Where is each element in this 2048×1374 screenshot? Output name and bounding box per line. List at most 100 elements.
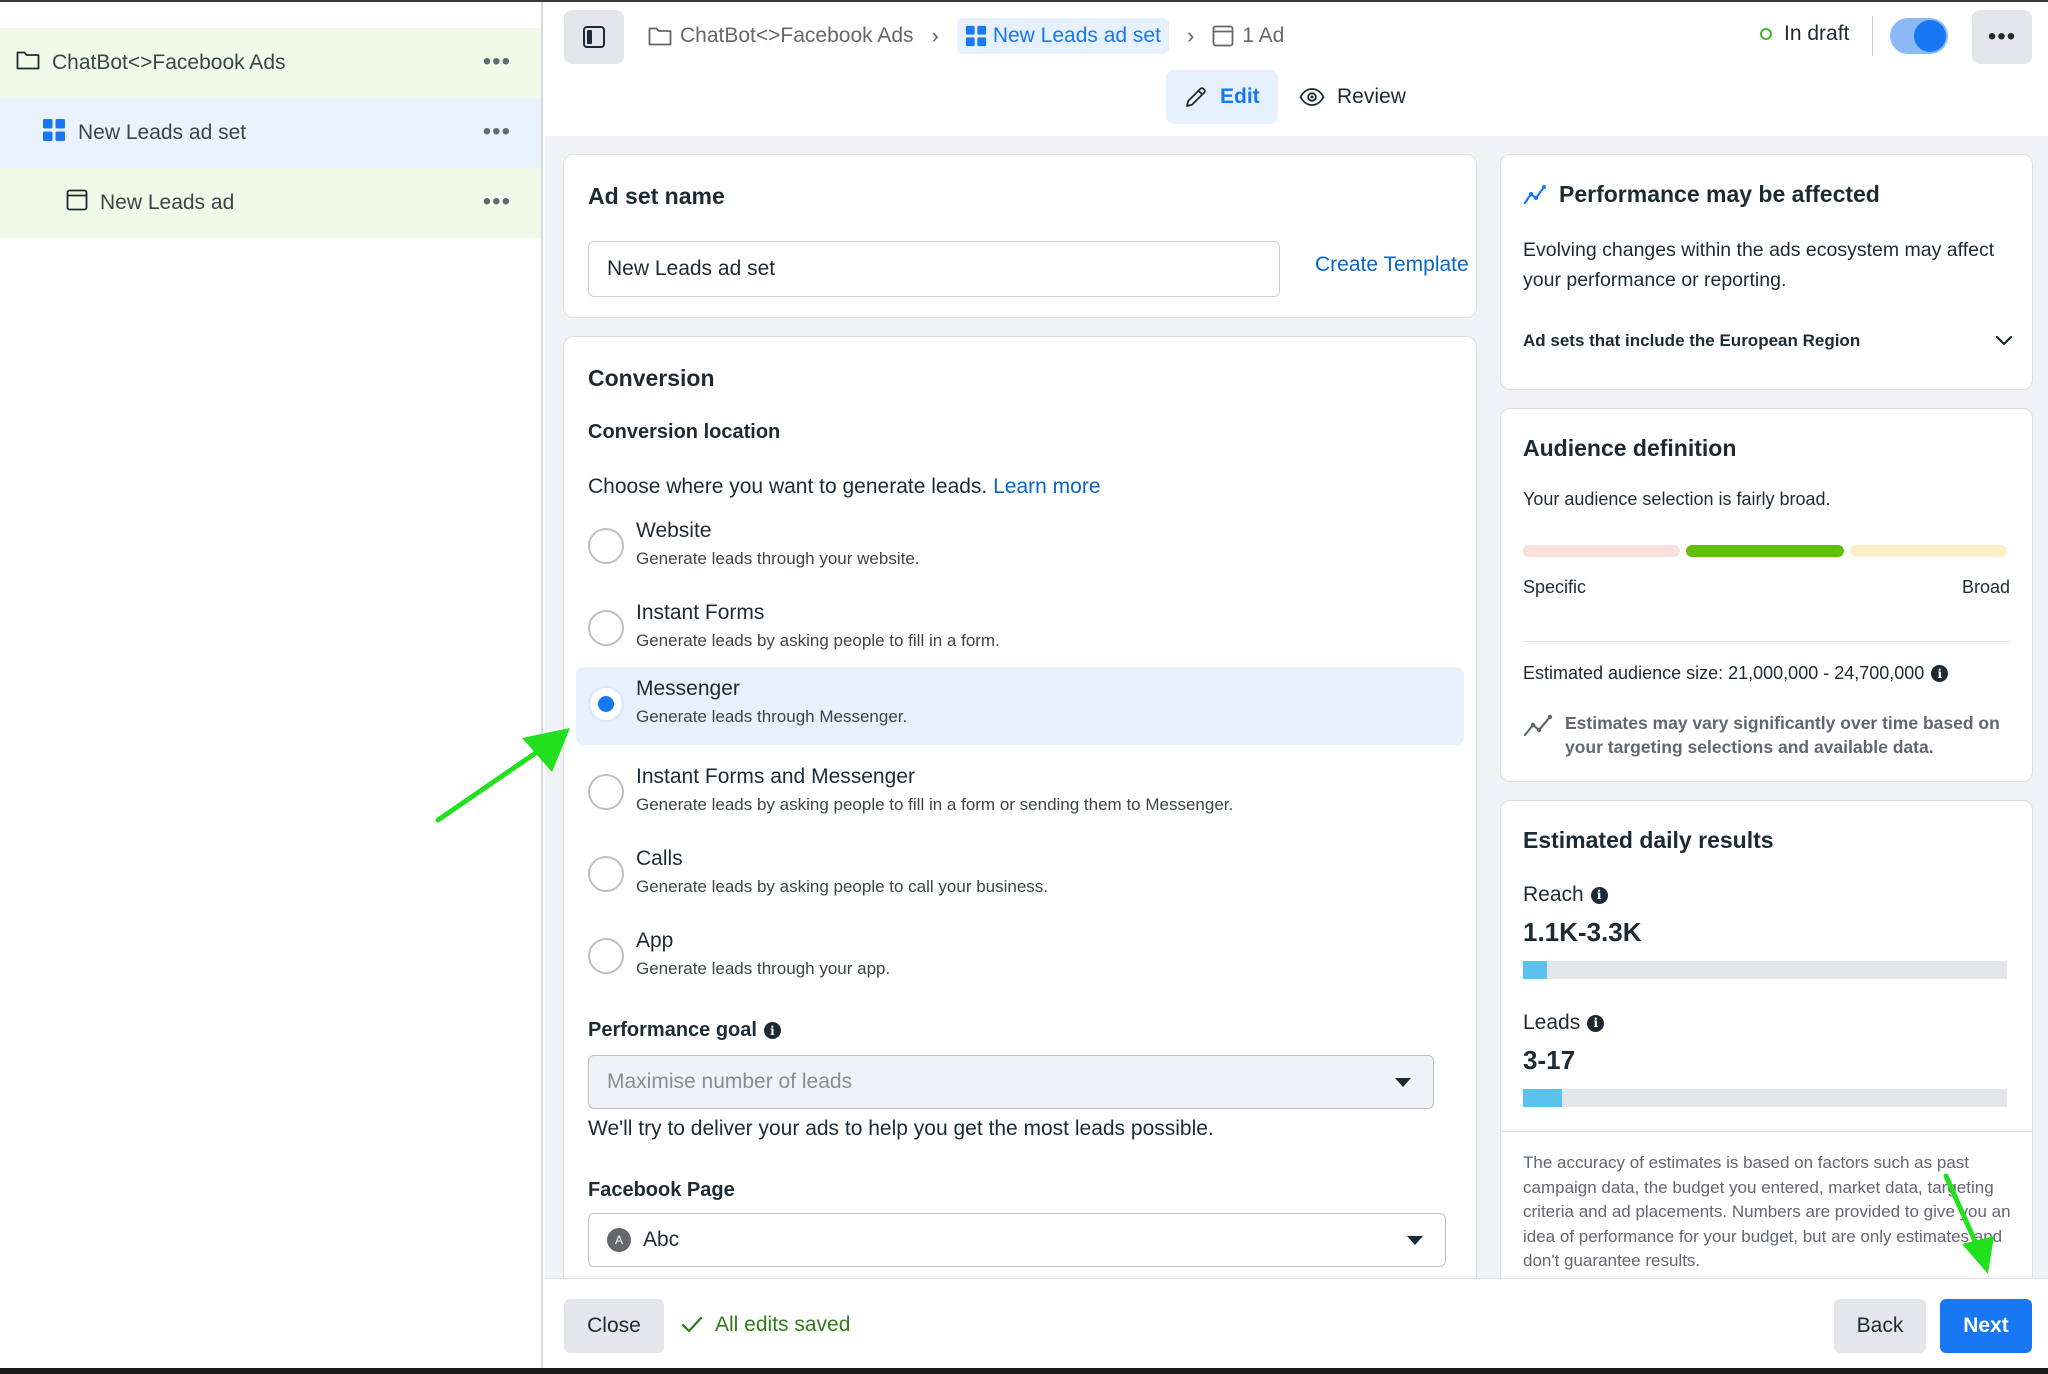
breadcrumb: ChatBot<>Facebook Ads › New Leads ad set… — [648, 14, 1284, 58]
editor-main: ChatBot<>Facebook Ads › New Leads ad set… — [545, 2, 2048, 1374]
title-text: Performance may be affected — [1559, 181, 1880, 207]
leads-value: 3-17 — [1523, 1045, 1576, 1075]
pencil-icon — [1186, 87, 1206, 107]
breadcrumb-adset[interactable]: New Leads ad set — [956, 18, 1169, 54]
divider — [1872, 16, 1873, 56]
option-description: Generate leads by asking people to fill … — [636, 795, 1234, 814]
conversion-location-title: Conversion location — [588, 421, 781, 443]
european-region-accordion[interactable]: Ad sets that include the European Region — [1523, 331, 2013, 351]
performance-goal-label: Performance goal i — [588, 1019, 781, 1042]
tree-item-label: New Leads ad set — [78, 121, 247, 144]
window-bottom-border — [0, 1368, 2048, 1374]
audience-definition-card: Audience definition Your audience select… — [1500, 408, 2033, 782]
info-icon[interactable]: i — [1590, 886, 1608, 904]
ad-icon — [66, 189, 88, 217]
radio-button[interactable] — [588, 856, 624, 892]
conversion-option-messenger[interactable]: Messenger Generate leads through Messeng… — [576, 667, 1464, 745]
radio-button[interactable] — [588, 610, 624, 646]
facebook-page-label: Facebook Page — [588, 1179, 735, 1201]
meter-segment-specific — [1523, 545, 1681, 557]
conversion-option-instant-forms-messenger[interactable]: Instant Forms and Messenger Generate lea… — [576, 755, 1464, 833]
reach-bar-fill — [1523, 961, 1548, 979]
more-options-icon[interactable]: ••• — [483, 50, 511, 74]
meter-segment-middle — [1686, 545, 1844, 557]
back-button[interactable]: Back — [1834, 1299, 1926, 1353]
save-status: All edits saved — [681, 1313, 850, 1337]
tab-edit[interactable]: Edit — [1166, 70, 1278, 124]
section-title: Conversion — [588, 365, 715, 391]
notice-title: Performance may be affected — [1523, 181, 1880, 208]
audience-description: Your audience selection is fairly broad. — [1523, 489, 1831, 509]
annotation-arrow-next-icon — [1943, 1173, 1994, 1274]
adset-name-input[interactable]: New Leads ad set — [588, 241, 1280, 297]
radio-button[interactable] — [588, 528, 624, 564]
reach-bar — [1523, 961, 2007, 979]
save-status-text: All edits saved — [715, 1313, 851, 1336]
tree-item-campaign[interactable]: ChatBot<>Facebook Ads ••• — [0, 28, 541, 98]
chevron-right-icon: › — [1186, 23, 1195, 48]
label-text: Performance goal — [588, 1019, 757, 1041]
create-template-link[interactable]: Create Template — [1315, 253, 1469, 277]
draft-status: In draft — [1760, 22, 1849, 46]
learn-more-link[interactable]: Learn more — [993, 475, 1100, 498]
radio-button-selected[interactable] — [588, 686, 624, 722]
folder-icon — [16, 50, 40, 76]
performance-goal-select[interactable]: Maximise number of leads — [588, 1055, 1434, 1109]
trend-line-icon — [1523, 184, 1546, 204]
radio-button[interactable] — [588, 774, 624, 810]
chevron-down-icon — [1995, 335, 2013, 346]
label-text: Leads — [1523, 1011, 1581, 1034]
status-dot-icon — [1760, 28, 1772, 40]
close-button[interactable]: Close — [564, 1299, 664, 1353]
tree-item-label: New Leads ad — [100, 191, 235, 214]
adset-on-off-toggle[interactable] — [1890, 18, 1948, 54]
meter-label-specific: Specific — [1523, 577, 1587, 597]
trend-line-icon — [1523, 714, 1553, 737]
more-options-icon[interactable]: ••• — [483, 120, 511, 144]
conversion-option-instant-forms[interactable]: Instant Forms Generate leads by asking p… — [576, 591, 1464, 669]
accordion-label: Ad sets that include the European Region — [1523, 331, 1861, 350]
tab-label: Edit — [1220, 85, 1260, 108]
page-avatar: A — [607, 1228, 631, 1252]
option-description: Generate leads through your website. — [636, 549, 920, 568]
option-title: Calls — [636, 847, 683, 870]
tree-item-adset[interactable]: New Leads ad set ••• — [0, 98, 541, 168]
option-title: Instant Forms — [636, 601, 765, 624]
breadcrumb-campaign[interactable]: ChatBot<>Facebook Ads — [648, 24, 914, 48]
breadcrumb-label: 1 Ad — [1242, 24, 1285, 47]
conversion-option-website[interactable]: Website Generate leads through your webs… — [576, 509, 1464, 587]
breadcrumb-ad[interactable]: 1 Ad — [1212, 24, 1284, 48]
conversion-option-app[interactable]: App Generate leads through your app. — [576, 919, 1464, 997]
info-icon[interactable]: i — [763, 1022, 781, 1039]
option-description: Generate leads through Messenger. — [636, 707, 908, 726]
more-options-icon[interactable]: ••• — [483, 190, 511, 214]
meter-label-broad: Broad — [1961, 577, 2010, 597]
adset-grid-icon — [42, 118, 66, 148]
option-description: Generate leads through your app. — [636, 959, 891, 978]
leads-bar — [1523, 1089, 2007, 1107]
option-title: App — [636, 929, 674, 952]
divider — [1501, 1131, 2032, 1132]
card-title: Audience definition — [1523, 435, 1737, 461]
tab-label: Review — [1337, 85, 1406, 108]
meter-segment-broad — [1849, 545, 2007, 557]
editor-header: ChatBot<>Facebook Ads › New Leads ad set… — [545, 2, 2048, 136]
next-button[interactable]: Next — [1940, 1299, 2032, 1353]
sidebar-panel-icon — [583, 26, 605, 48]
conversion-option-calls[interactable]: Calls Generate leads by asking people to… — [576, 837, 1464, 915]
tab-review[interactable]: Review — [1281, 70, 1424, 124]
option-description: Generate leads by asking people to call … — [636, 877, 1049, 896]
leads-label: Leads i — [1523, 1011, 1605, 1035]
toggle-knob — [1914, 20, 1946, 52]
tree-item-ad[interactable]: New Leads ad ••• — [0, 168, 541, 238]
radio-button[interactable] — [588, 938, 624, 974]
info-icon[interactable]: i — [1931, 665, 1949, 682]
leads-bar-fill — [1523, 1089, 1562, 1107]
sidebar-toggle-button[interactable] — [564, 10, 624, 64]
more-actions-button[interactable]: ••• — [1972, 10, 2032, 64]
estimated-audience-size: Estimated audience size: 21,000,000 - 24… — [1523, 663, 1949, 684]
info-icon[interactable]: i — [1587, 1014, 1605, 1032]
performance-goal-help: We'll try to deliver your ads to help yo… — [588, 1117, 1214, 1140]
option-title: Messenger — [636, 677, 740, 700]
facebook-page-select[interactable]: A Abc — [588, 1213, 1446, 1267]
